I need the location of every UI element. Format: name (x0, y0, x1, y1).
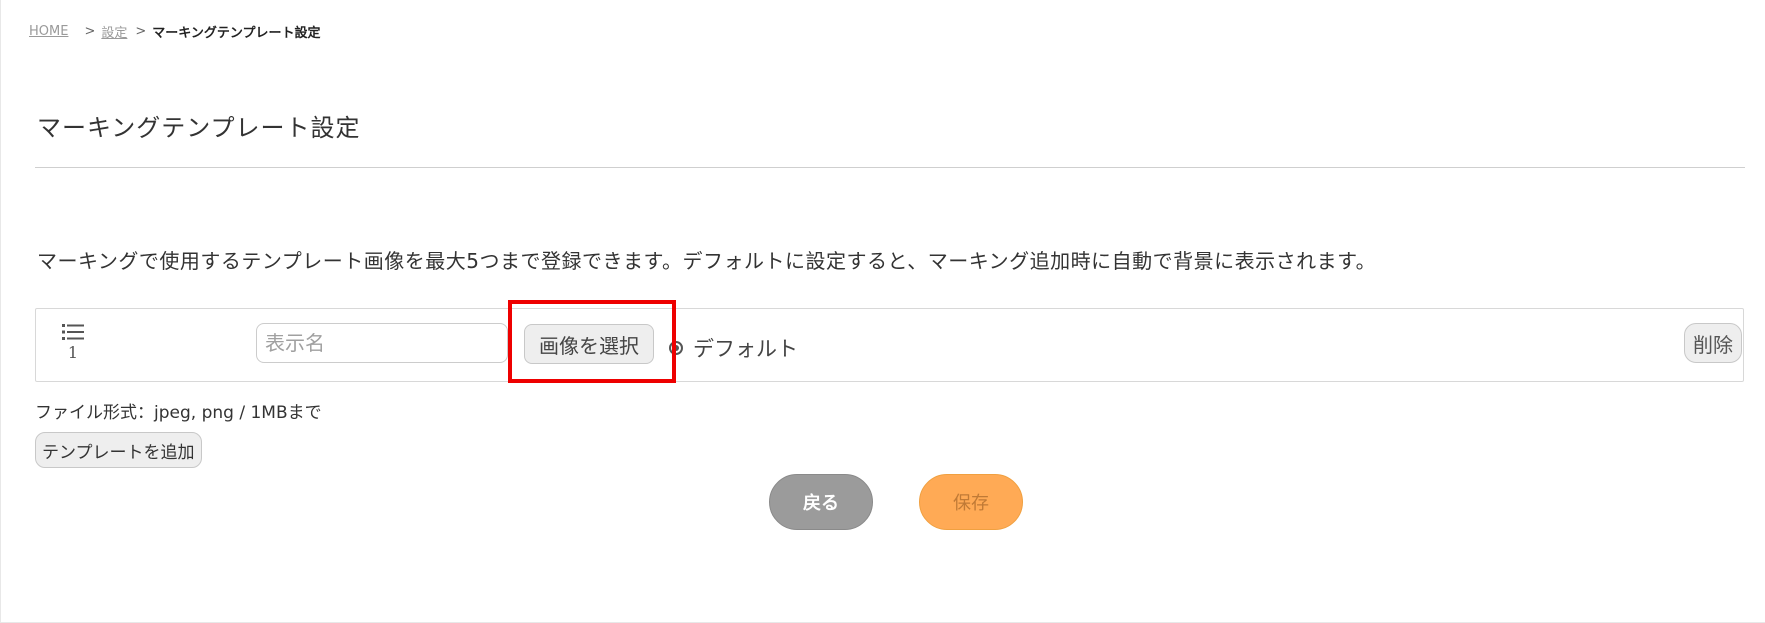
save-button[interactable]: 保存 (919, 474, 1023, 530)
breadcrumb-settings-link[interactable]: 設定 (101, 22, 127, 41)
breadcrumb-separator: > (84, 24, 96, 39)
breadcrumb-current: マーキングテンプレート設定 (152, 26, 321, 41)
default-label: デフォルト (693, 337, 798, 361)
drag-handle[interactable]: 1 (62, 323, 84, 362)
radio-button[interactable] (669, 341, 683, 355)
breadcrumb-home-link[interactable]: HOME (29, 24, 68, 39)
display-name-input[interactable] (256, 323, 508, 363)
page-description: マーキングで使用するテンプレート画像を最大5つまで登録できます。デフォルトに設定… (37, 249, 1377, 273)
select-image-button[interactable]: 画像を選択 (524, 324, 654, 364)
page: HOME > 設定 > マーキングテンプレート設定 マーキングテンプレート設定 … (0, 0, 1765, 623)
title-divider (35, 167, 1745, 168)
delete-button[interactable]: 削除 (1684, 323, 1742, 363)
back-button[interactable]: 戻る (769, 474, 873, 530)
list-icon (62, 324, 84, 340)
breadcrumb-separator: > (135, 24, 147, 39)
template-row: 1 画像を選択 デフォルト 削除 (35, 308, 1744, 382)
file-format-note: ファイル形式：jpeg, png / 1MBまで (35, 403, 322, 423)
row-index: 1 (67, 343, 79, 362)
default-radio[interactable]: デフォルト (669, 333, 798, 363)
breadcrumb: HOME > 設定 > マーキングテンプレート設定 (29, 22, 321, 41)
page-title: マーキングテンプレート設定 (37, 114, 361, 142)
radio-selected-dot (673, 345, 679, 351)
add-template-button[interactable]: テンプレートを追加 (35, 432, 202, 468)
